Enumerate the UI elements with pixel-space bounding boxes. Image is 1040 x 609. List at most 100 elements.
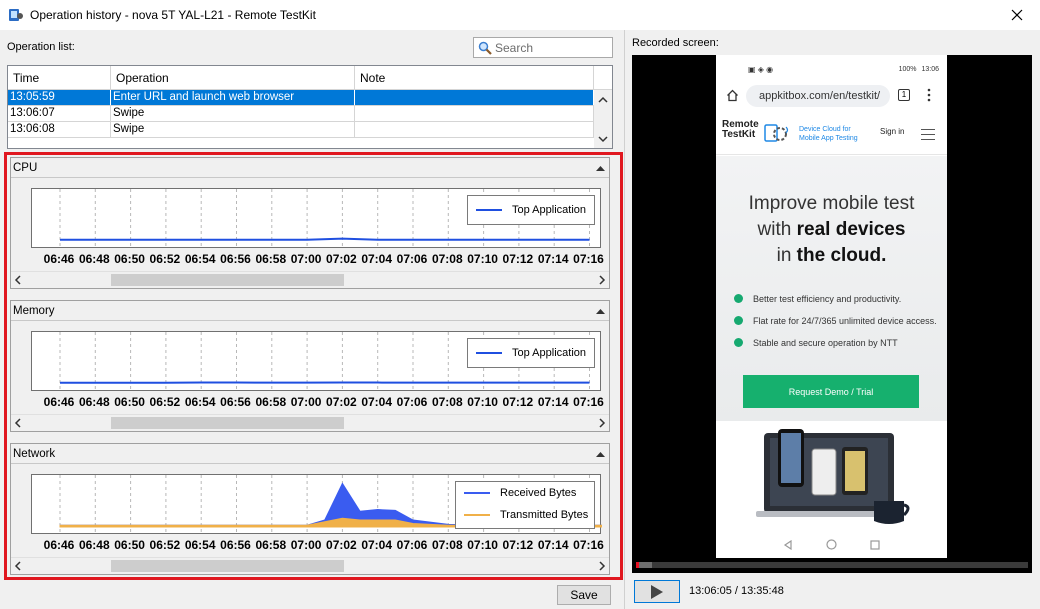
headline-line-3-pre: in: [776, 245, 797, 266]
memory-legend: Top Application: [467, 338, 595, 368]
recorded-screen-label: Recorded screen:: [632, 37, 719, 49]
close-icon: [1011, 9, 1023, 21]
site-logo[interactable]: Remote TestKit: [722, 120, 759, 140]
x-tick-label: 06:46: [43, 395, 75, 409]
home-nav-icon[interactable]: [826, 539, 837, 550]
x-tick-label: 07:04: [361, 538, 393, 552]
collapse-icon[interactable]: [596, 308, 605, 314]
operation-list-table: Time Operation Note 13:05:59 Enter URL a…: [7, 65, 613, 149]
headline-line-3-bold: the cloud.: [796, 245, 887, 266]
scroll-right-icon[interactable]: [598, 275, 606, 285]
table-row[interactable]: 13:05:59 Enter URL and launch web browse…: [8, 90, 612, 106]
x-tick-label: 07:12: [502, 395, 534, 409]
hero-headline: Improve mobile test with real devices in…: [716, 191, 947, 269]
logo-line-2: TestKit: [722, 129, 756, 140]
legend-item: Top Application: [468, 196, 594, 224]
scroll-left-icon[interactable]: [14, 418, 22, 428]
network-panel: Network Received Bytes Transmitted Bytes…: [10, 443, 610, 575]
cpu-chart: Top Application: [31, 188, 601, 249]
save-button[interactable]: Save: [557, 585, 611, 605]
feature-text: Stable and secure operation by NTT: [753, 338, 898, 348]
x-tick-label: 06:48: [78, 252, 110, 266]
recents-icon[interactable]: [870, 539, 880, 550]
x-tick-label: 06:54: [184, 252, 216, 266]
scroll-right-icon[interactable]: [598, 418, 606, 428]
logo-tagline: Device Cloud for Mobile App Testing: [799, 125, 858, 143]
column-header-note[interactable]: Note: [355, 66, 594, 89]
memory-panel-title: Memory: [13, 304, 55, 317]
x-tick-label: 06:50: [114, 252, 145, 266]
horizontal-scrollbar[interactable]: [11, 557, 609, 574]
more-options-icon[interactable]: [927, 88, 931, 102]
tagline-line-1: Device Cloud for: [799, 126, 851, 133]
x-tick-label: 07:12: [502, 538, 534, 552]
x-tick-label: 06:48: [78, 395, 110, 409]
legend-swatch: [464, 492, 490, 494]
x-tick-label: 06:52: [149, 252, 181, 266]
vertical-scrollbar[interactable]: [594, 90, 612, 148]
search-input[interactable]: [495, 40, 605, 55]
horizontal-scrollbar[interactable]: [11, 271, 609, 288]
pane-divider[interactable]: [624, 30, 625, 609]
close-button[interactable]: [994, 0, 1040, 30]
horizontal-scrollbar[interactable]: [11, 414, 609, 431]
memory-x-axis: 06:46 06:48 06:50 06:52 06:54 06:56 06:58 07:00…: [41, 395, 621, 411]
home-icon[interactable]: [726, 89, 739, 102]
x-tick-label: 07:06: [396, 395, 428, 409]
scroll-right-icon[interactable]: [598, 561, 606, 571]
x-tick-label: 06:54: [184, 395, 216, 409]
x-tick-label: 06:54: [184, 538, 216, 552]
table-row[interactable]: 13:06:08 Swipe: [8, 122, 612, 138]
x-tick-label: 07:16: [573, 252, 604, 266]
cell-time: 13:05:59: [8, 90, 111, 105]
network-panel-header[interactable]: Network: [11, 444, 609, 464]
devices-image: [756, 429, 910, 524]
legend-swatch: [476, 352, 502, 354]
network-panel-title: Network: [13, 447, 56, 460]
menu-icon[interactable]: [921, 129, 935, 144]
scroll-thumb[interactable]: [111, 560, 344, 572]
x-tick-label: 07:10: [467, 395, 498, 409]
cpu-legend: Top Application: [467, 195, 595, 225]
x-tick-label: 07:16: [573, 395, 604, 409]
play-button[interactable]: [634, 580, 680, 603]
tab-count-icon[interactable]: 1: [898, 89, 910, 101]
x-tick-label: 06:58: [255, 252, 287, 266]
url-field[interactable]: appkitbox.com/en/testkit/: [746, 85, 890, 107]
back-icon[interactable]: [783, 539, 793, 550]
x-tick-label: 07:08: [431, 395, 463, 409]
column-header-time[interactable]: Time: [8, 66, 111, 89]
network-x-axis: 06:46 06:48 06:50 06:52 06:54 06:56 06:58 07:00…: [41, 538, 621, 554]
scroll-left-icon[interactable]: [14, 275, 22, 285]
x-tick-label: 06:48: [78, 538, 110, 552]
playback-progress-bar[interactable]: [636, 562, 1028, 568]
table-row[interactable]: 13:06:07 Swipe: [8, 106, 612, 122]
search-box[interactable]: [473, 37, 613, 58]
collapse-icon[interactable]: [596, 165, 605, 171]
scroll-thumb[interactable]: [111, 417, 344, 429]
feature-list: Better test efficiency and productivity.…: [734, 292, 939, 358]
memory-panel-header[interactable]: Memory: [11, 301, 609, 321]
sign-in-link[interactable]: Sign in: [880, 127, 904, 136]
cell-operation: Enter URL and launch web browser: [111, 90, 355, 105]
x-tick-label: 07:00: [290, 395, 322, 409]
scroll-down-icon[interactable]: [598, 134, 608, 144]
collapse-icon[interactable]: [596, 451, 605, 457]
playhead[interactable]: [636, 562, 639, 568]
x-tick-label: 06:46: [43, 538, 75, 552]
scroll-left-icon[interactable]: [14, 561, 22, 571]
headline-line-2-bold: real devices: [796, 219, 906, 240]
cell-time: 13:06:08: [8, 122, 111, 137]
x-tick-label: 07:10: [467, 252, 498, 266]
x-tick-label: 07:16: [573, 538, 604, 552]
window-title: Operation history - nova 5T YAL-L21 - Re…: [30, 8, 316, 22]
scroll-thumb[interactable]: [111, 274, 344, 286]
request-demo-button[interactable]: Request Demo / Trial: [743, 375, 919, 408]
list-item: Stable and secure operation by NTT: [734, 336, 939, 350]
search-icon: [478, 41, 492, 55]
x-tick-label: 06:58: [255, 395, 287, 409]
cpu-panel-header[interactable]: CPU: [11, 158, 609, 178]
scroll-up-icon[interactable]: [598, 95, 608, 105]
hero-section: Improve mobile test with real devices in…: [716, 156, 947, 421]
column-header-operation[interactable]: Operation: [111, 66, 355, 89]
